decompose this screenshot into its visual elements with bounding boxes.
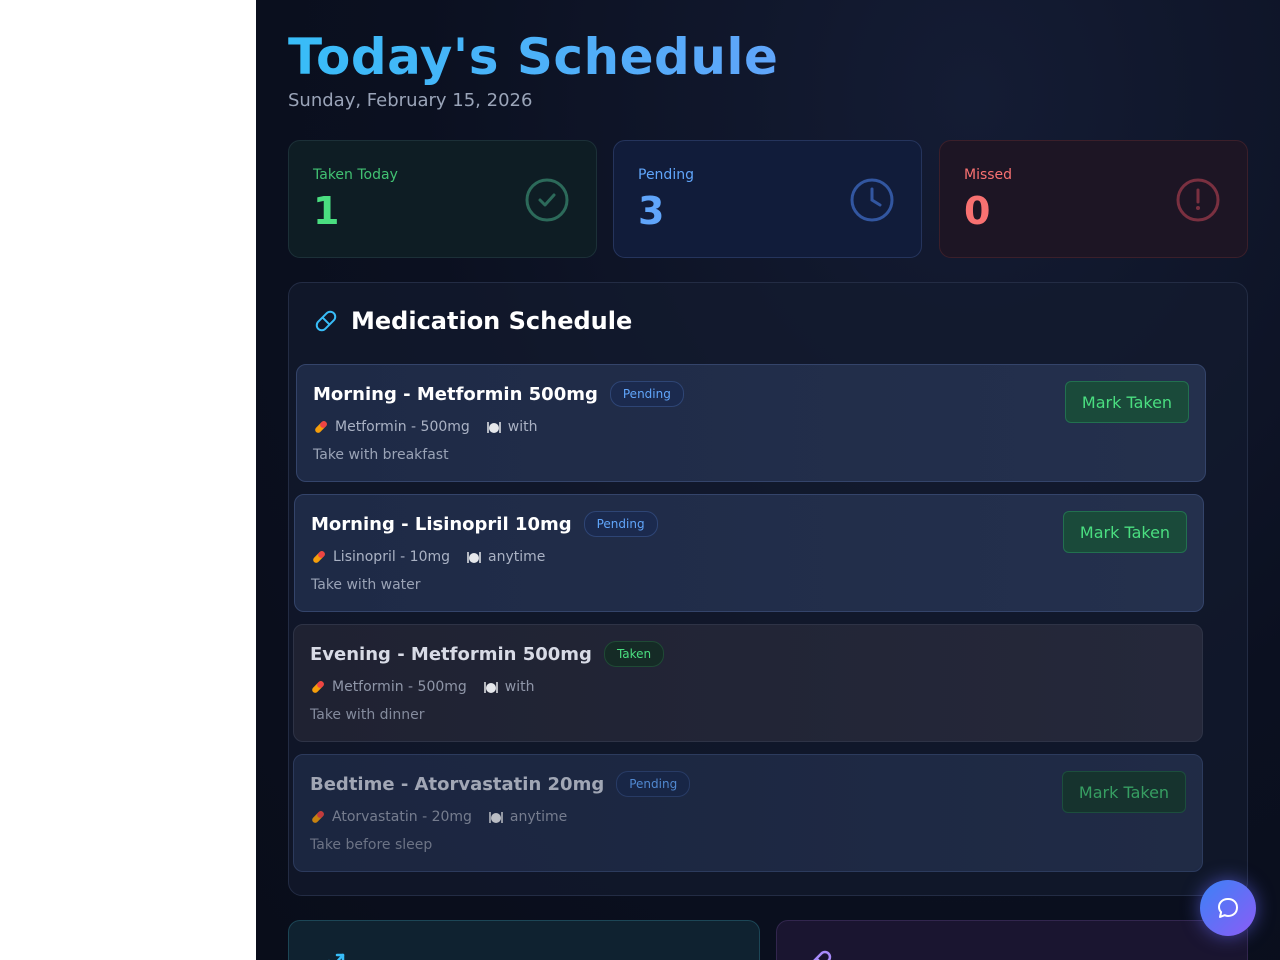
- plate-icon: [484, 682, 498, 693]
- pill-emoji-icon: [312, 681, 324, 693]
- main-content: Today's Schedule Sunday, February 15, 20…: [256, 0, 1280, 960]
- pill-emoji-icon: [313, 551, 325, 563]
- pill-icon: [808, 950, 832, 960]
- status-badge: Pending: [583, 511, 658, 537]
- stat-card-taken: Taken Today 1: [288, 140, 597, 258]
- medication-dose: Metformin - 500mg: [332, 679, 467, 695]
- plate-icon: [487, 422, 501, 433]
- food-instruction: anytime: [509, 809, 568, 825]
- medication-note: Take with dinner: [310, 707, 425, 723]
- medication-dose: Metformin - 500mg: [335, 419, 470, 435]
- plate-icon: [489, 812, 503, 823]
- trending-up-icon: [328, 953, 345, 960]
- pill-icon: [315, 310, 337, 332]
- food-instruction: with: [504, 679, 535, 695]
- schedule-title: Medication Schedule: [351, 307, 633, 335]
- chat-button[interactable]: [1200, 880, 1256, 936]
- medication-item: Evening - Metformin 500mg Taken Metformi…: [293, 624, 1203, 742]
- medication-note: Take before sleep: [310, 837, 433, 853]
- schedule-header: Medication Schedule: [313, 307, 632, 335]
- adherence-card: [288, 920, 760, 960]
- medication-note: Take with breakfast: [313, 447, 449, 463]
- status-badge: Pending: [616, 771, 691, 797]
- plate-icon: [467, 552, 481, 563]
- pill-emoji-icon: [315, 421, 327, 433]
- mark-taken-button[interactable]: Mark Taken: [1062, 771, 1186, 813]
- medication-dose: Atorvastatin - 20mg: [332, 809, 472, 825]
- medication-item: Bedtime - Atorvastatin 20mg Pending Ator…: [293, 754, 1203, 872]
- status-badge: Pending: [609, 381, 684, 407]
- medication-title: Morning - Metformin 500mg: [313, 383, 598, 405]
- clock-icon: [850, 178, 894, 222]
- food-instruction: with: [507, 419, 538, 435]
- page-date: Sunday, February 15, 2026: [288, 90, 533, 111]
- stat-card-pending: Pending 3: [613, 140, 922, 258]
- status-badge: Taken: [603, 641, 665, 667]
- alert-circle-icon: [1176, 178, 1220, 222]
- medication-dose: Lisinopril - 10mg: [333, 549, 451, 565]
- medication-title: Bedtime - Atorvastatin 20mg: [310, 773, 605, 795]
- chat-bubble-icon: [1218, 898, 1238, 918]
- sidebar-blank-area: [0, 0, 256, 960]
- medication-note: Take with water: [311, 577, 421, 593]
- medication-item: Morning - Lisinopril 10mg Pending Lisino…: [294, 494, 1204, 612]
- pill-emoji-icon: [312, 811, 324, 823]
- medication-title: Morning - Lisinopril 10mg: [311, 513, 572, 535]
- check-circle-icon: [525, 178, 569, 222]
- mark-taken-button[interactable]: Mark Taken: [1065, 381, 1189, 423]
- medication-schedule-panel: Medication Schedule Morning - Metformin …: [288, 282, 1248, 896]
- medications-card: [776, 920, 1248, 960]
- medication-item: Morning - Metformin 500mg Pending Metfor…: [296, 364, 1206, 482]
- food-instruction: anytime: [488, 549, 546, 565]
- mark-taken-button[interactable]: Mark Taken: [1063, 511, 1187, 553]
- page-title: Today's Schedule: [288, 28, 779, 86]
- stat-card-missed: Missed 0: [939, 140, 1248, 258]
- medication-title: Evening - Metformin 500mg: [310, 643, 592, 665]
